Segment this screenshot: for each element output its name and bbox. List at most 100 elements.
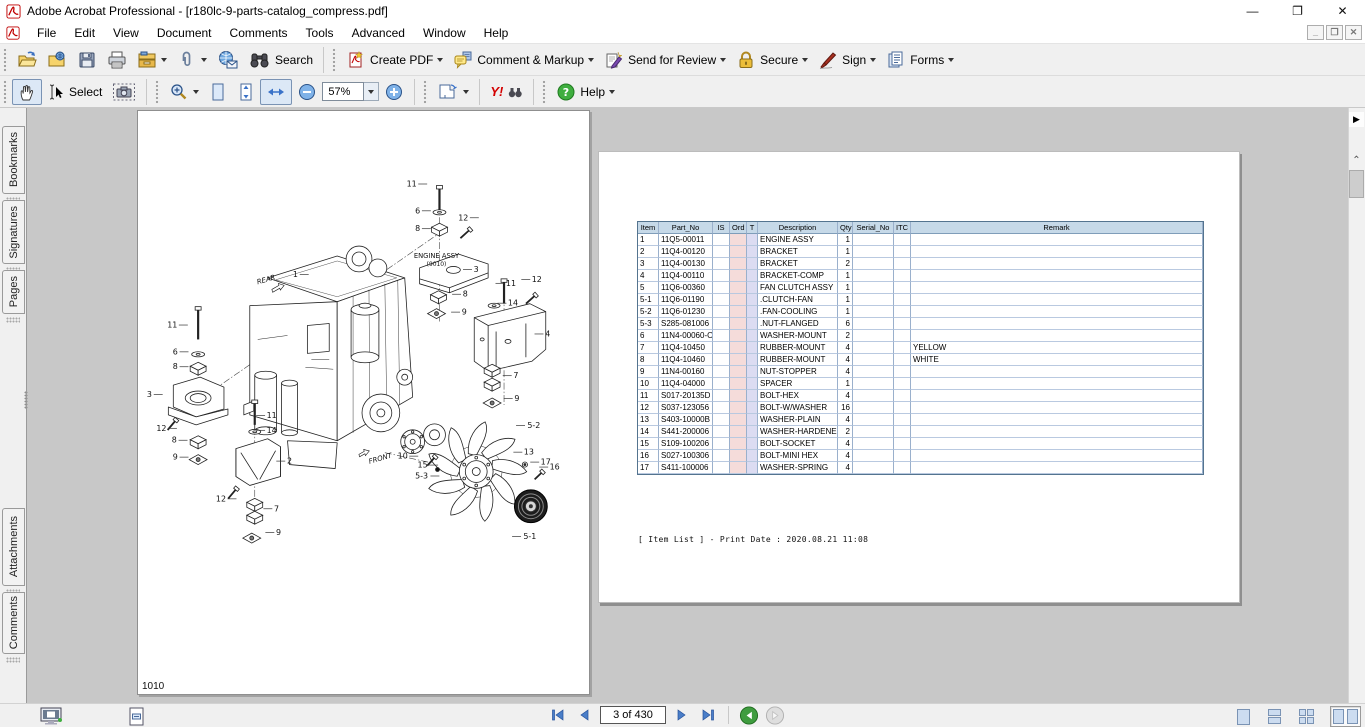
menu-window[interactable]: Window	[414, 24, 475, 42]
table-cell: BOLT-W/WASHER	[758, 402, 838, 414]
previous-page-button[interactable]	[574, 706, 594, 724]
email-button[interactable]	[212, 47, 244, 73]
toolbar-grip[interactable]	[3, 80, 8, 104]
continuous-button[interactable]	[1266, 707, 1283, 726]
vertical-scrollbar[interactable]: ▶ ⌃	[1348, 108, 1365, 703]
table-cell: 4	[838, 438, 853, 450]
continuous-facing-button[interactable]	[1297, 707, 1316, 726]
next-page-button[interactable]	[672, 706, 692, 724]
fit-page-button[interactable]	[204, 79, 232, 105]
menu-tools[interactable]: Tools	[297, 24, 343, 42]
tab-grip[interactable]	[6, 657, 20, 663]
column-header-serial_no: Serial_No	[853, 222, 894, 234]
snapshot-tool-button[interactable]	[107, 79, 141, 105]
organizer-button[interactable]	[132, 47, 172, 73]
sidebar-tab-bookmarks[interactable]: Bookmarks	[2, 126, 25, 194]
tab-grip[interactable]	[6, 317, 20, 323]
sidebar-tab-attachments[interactable]: Attachments	[2, 508, 25, 586]
open-web-folder-icon	[47, 50, 67, 70]
zoom-level-dropdown-button[interactable]	[364, 82, 379, 101]
table-cell	[853, 450, 894, 462]
send-for-review-button[interactable]: Send for Review	[599, 47, 731, 73]
sidebar-tab-pages[interactable]: Pages	[2, 270, 25, 314]
toolbar-grip[interactable]	[423, 80, 428, 104]
create-pdf-label: Create PDF	[370, 53, 433, 67]
last-page-button[interactable]	[698, 706, 718, 724]
table-cell: ENGINE ASSY	[758, 234, 838, 246]
toolbar-grip[interactable]	[155, 80, 160, 104]
toolbar-grip[interactable]	[332, 48, 337, 72]
dropdown-arrow-icon	[870, 58, 876, 65]
fit-height-button[interactable]	[232, 79, 260, 105]
forms-button[interactable]: Forms	[881, 47, 959, 73]
sidebar-tab-signatures[interactable]: Signatures	[2, 200, 25, 264]
table-cell: 9	[638, 366, 659, 378]
menu-advanced[interactable]: Advanced	[343, 24, 414, 42]
menu-file[interactable]: File	[28, 24, 65, 42]
callout-number: 6	[415, 206, 420, 215]
restore-button[interactable]: ❐	[1275, 0, 1320, 22]
facing-button[interactable]	[1330, 706, 1361, 727]
search-button[interactable]: Search	[244, 47, 318, 73]
sign-button[interactable]: Sign	[813, 47, 881, 73]
help-button[interactable]: ? Help	[551, 79, 620, 105]
open-web-button[interactable]	[42, 47, 72, 73]
scrollbar-thumb[interactable]	[1349, 170, 1364, 198]
print-button[interactable]	[102, 47, 132, 73]
menu-comments[interactable]: Comments	[221, 24, 297, 42]
menu-edit[interactable]: Edit	[65, 24, 104, 42]
table-cell: 11Q6-01190	[659, 294, 713, 306]
collapse-pane-arrow-icon[interactable]: ▶	[1349, 112, 1364, 127]
save-button[interactable]	[72, 47, 102, 73]
sidebar-tab-comments[interactable]: Comments	[2, 592, 25, 654]
table-cell: 16	[638, 450, 659, 462]
scroll-up-arrow-icon[interactable]: ⌃	[1350, 155, 1363, 168]
zoom-out-button[interactable]	[292, 79, 322, 105]
table-cell	[730, 438, 747, 450]
secure-button[interactable]: Secure	[731, 47, 813, 73]
close-button[interactable]: ✕	[1320, 0, 1365, 22]
menu-view[interactable]: View	[104, 24, 148, 42]
table-cell	[853, 342, 894, 354]
table-cell	[730, 450, 747, 462]
table-cell: 3	[638, 258, 659, 270]
table-cell	[911, 426, 1203, 438]
hand-tool-button[interactable]	[12, 79, 42, 105]
toolbar-grip[interactable]	[3, 48, 8, 72]
mdi-restore-button[interactable]: ❐	[1326, 25, 1343, 40]
minimize-button[interactable]: ―	[1230, 0, 1275, 22]
toolbar-grip[interactable]	[542, 80, 547, 104]
first-page-button[interactable]	[548, 706, 568, 724]
table-cell: 4	[638, 270, 659, 282]
zoom-level-input[interactable]	[322, 82, 364, 101]
attach-button[interactable]	[172, 47, 212, 73]
table-cell	[730, 426, 747, 438]
next-view-button[interactable]	[765, 706, 785, 724]
table-cell	[730, 270, 747, 282]
single-page-button[interactable]	[1235, 707, 1252, 727]
page-indicator-input[interactable]	[600, 706, 666, 724]
page-display-button[interactable]	[432, 79, 474, 105]
zoom-tool-button[interactable]	[164, 79, 204, 105]
page-layout-buttons	[1235, 706, 1361, 727]
callout-number: 7	[274, 504, 279, 513]
mdi-minimize-button[interactable]: _	[1307, 25, 1324, 40]
create-pdf-button[interactable]: Create PDF	[341, 47, 448, 73]
page-layout-status-icon[interactable]	[128, 707, 145, 726]
yahoo-search-button[interactable]: Y!	[485, 79, 528, 105]
zoom-in-button[interactable]	[379, 79, 409, 105]
pane-splitter-grip[interactable]	[24, 391, 28, 409]
secure-label: Secure	[760, 53, 798, 67]
table-cell	[853, 270, 894, 282]
screen-mode-icon[interactable]	[40, 707, 64, 726]
open-button[interactable]	[12, 47, 42, 73]
document-area: Bookmarks Signatures Pages Attachments Comme…	[0, 108, 1365, 703]
comment-markup-button[interactable]: Comment & Markup	[448, 47, 599, 73]
menu-document[interactable]: Document	[148, 24, 221, 42]
callout-number: 6	[173, 347, 178, 356]
previous-view-button[interactable]	[739, 706, 759, 724]
fit-width-button[interactable]	[260, 79, 292, 105]
select-tool-button[interactable]: Select	[42, 79, 107, 105]
menu-help[interactable]: Help	[475, 24, 518, 42]
mdi-close-button[interactable]: ✕	[1345, 25, 1362, 40]
